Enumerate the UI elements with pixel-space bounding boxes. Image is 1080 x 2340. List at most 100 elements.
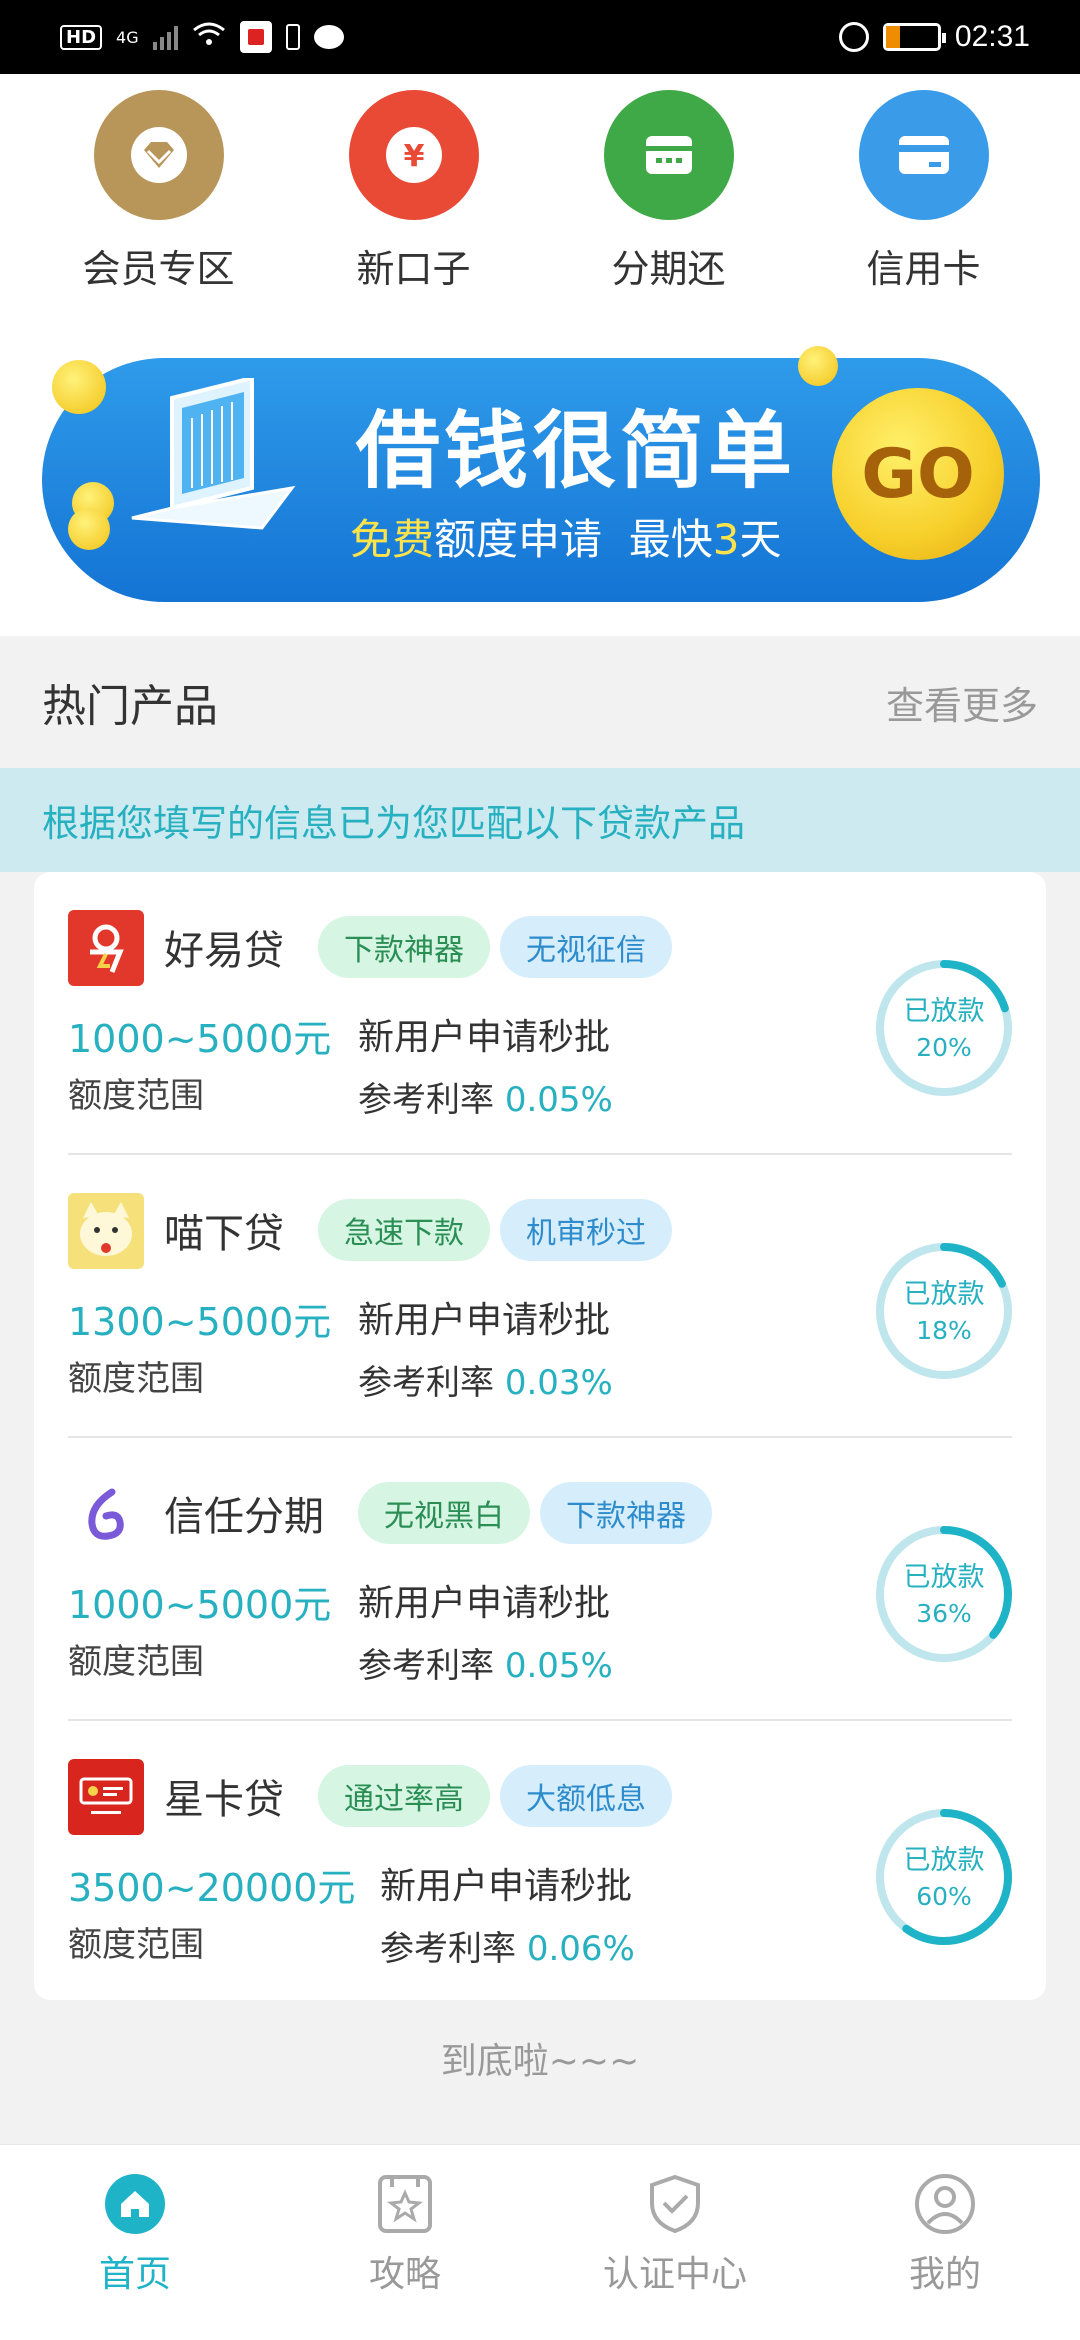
product-tag: 下款神器 [318,916,490,978]
product-tags: 通过率高 大额低息 [318,1765,672,1827]
quick-item-new[interactable]: ¥ 新口子 [286,90,541,293]
product-amount: 1000~5000元 [68,1017,332,1061]
product-rate: 参考利率 0.05% [358,1072,613,1121]
product-tags: 下款神器 无视征信 [318,916,672,978]
product-rate: 参考利率 0.05% [358,1638,613,1687]
product-tag: 下款神器 [540,1482,712,1544]
svg-text:¥: ¥ [403,139,424,174]
nav-home[interactable]: 首页 [0,2145,270,2340]
nav-mine[interactable]: 我的 [810,2145,1080,2340]
laptop-icon [131,378,296,530]
star-book-icon [374,2173,436,2235]
top-panel: 会员专区 ¥ 新口子 分期还 信用卡 借钱很简单 免费额度申请 最快3天 GO [0,74,1080,636]
product-item[interactable]: 星卡贷 通过率高 大额低息 3500~20000元 额度范围 新用户申请秒批 参… [34,1721,1046,2004]
status-bar: HD 4G 02:31 [0,0,1080,74]
yuan-icon: ¥ [348,90,479,220]
product-tag: 通过率高 [318,1765,490,1827]
diamond-icon [93,90,224,220]
wallet-icon [603,90,734,220]
xinren-logo-icon [68,1476,144,1552]
credit-card-icon [858,90,989,220]
wifi-icon [192,20,226,55]
product-rate: 参考利率 0.06% [380,1921,635,1970]
loan-progress-ring: 已放款 18% [874,1241,1014,1381]
go-button[interactable]: GO [832,388,1004,560]
banner-sub-mid: 额度申请 最快 [434,515,713,564]
clock: 02:31 [954,20,1030,53]
rate-value: 0.05% [504,1080,613,1120]
ring-label: 已放款 [903,1845,985,1876]
product-tags: 急速下款 机审秒过 [318,1199,672,1261]
nav-verification[interactable]: 认证中心 [540,2145,810,2340]
banner-sub-end: 天 [739,515,782,564]
quick-label: 新口子 [356,247,471,291]
ring-percent: 36% [916,1599,972,1628]
signal-icon [152,24,178,50]
hot-products-header: 热门产品 查看更多 [0,636,1080,768]
product-feature: 新用户申请秒批 [358,1583,611,1624]
product-amount: 3500~20000元 [68,1866,356,1910]
rate-label: 参考利率 [358,1363,494,1403]
product-tag: 机审秒过 [500,1199,672,1261]
nav-label: 首页 [98,2254,171,2295]
product-rate: 参考利率 0.03% [358,1355,613,1404]
product-tag: 大额低息 [500,1765,672,1827]
product-amount: 1000~5000元 [68,1583,332,1627]
nav-label: 攻略 [368,2254,441,2295]
match-notice: 根据您填写的信息已为您匹配以下贷款产品 [0,768,1080,872]
coin-icon [798,346,838,386]
product-feature: 新用户申请秒批 [358,1300,611,1341]
product-item[interactable]: 喵下贷 急速下款 机审秒过 1300~5000元 额度范围 新用户申请秒批 参考… [34,1155,1046,1438]
quick-label: 分期还 [611,247,726,291]
haoyidai-logo-icon [68,910,144,986]
product-tags: 无视黑白 下款神器 [358,1482,712,1544]
coin-icon [68,508,110,550]
nav-guide[interactable]: 攻略 [270,2145,540,2340]
shield-check-icon [644,2173,706,2235]
rate-value: 0.06% [526,1929,635,1969]
battery-icon [882,23,946,51]
user-icon [914,2173,976,2235]
miaoxiadai-logo-icon [68,1193,144,1269]
promo-banner[interactable]: 借钱很简单 免费额度申请 最快3天 GO [42,346,1040,602]
nav-label: 我的 [908,2254,981,2295]
ring-percent: 18% [916,1316,972,1345]
network-type: 4G [116,27,139,47]
product-item[interactable]: 信任分期 无视黑白 下款神器 1000~5000元 额度范围 新用户申请秒批 参… [34,1438,1046,1721]
ring-percent: 20% [916,1033,972,1062]
bottom-nav: 首页 攻略 认证中心 我的 [0,2144,1080,2340]
product-feature: 新用户申请秒批 [358,1017,611,1058]
quick-label: 信用卡 [866,247,981,291]
loan-progress-ring: 已放款 60% [874,1807,1014,1947]
xingkadai-logo-icon [68,1759,144,1835]
product-name: 好易贷 [164,928,284,974]
banner-free: 免费 [350,515,435,564]
quick-label: 会员专区 [82,247,235,291]
product-amount: 1300~5000元 [68,1300,332,1344]
alarm-icon [838,22,869,52]
ring-percent: 60% [916,1882,972,1911]
banner-subtitle: 免费额度申请 最快3天 [350,506,781,567]
banner-title: 借钱很简单 [356,402,797,500]
app-notification-icon [239,21,272,53]
product-tag: 急速下款 [318,1199,490,1261]
banner-days: 3 [712,515,740,564]
end-of-list-text: 到底啦~~~ [440,2041,640,2082]
rate-value: 0.05% [504,1646,613,1686]
rate-label: 参考利率 [380,1929,516,1969]
rate-value: 0.03% [504,1363,613,1403]
range-label: 额度范围 [68,1359,204,1399]
quick-item-vip[interactable]: 会员专区 [31,90,286,293]
quick-item-installment[interactable]: 分期还 [541,90,796,293]
nav-label: 认证中心 [602,2254,747,2295]
section-title: 热门产品 [42,681,218,732]
quick-item-credit-card[interactable]: 信用卡 [796,90,1051,293]
hd-indicator: HD [60,24,103,50]
view-more-link[interactable]: 查看更多 [886,675,1038,730]
product-list: 好易贷 下款神器 无视征信 1000~5000元 额度范围 新用户申请秒批 参考… [34,872,1046,2000]
loan-progress-ring: 已放款 20% [874,958,1014,1098]
ring-label: 已放款 [903,1279,985,1310]
product-feature: 新用户申请秒批 [380,1866,633,1907]
range-label: 额度范围 [68,1642,204,1682]
product-item[interactable]: 好易贷 下款神器 无视征信 1000~5000元 额度范围 新用户申请秒批 参考… [34,872,1046,1155]
